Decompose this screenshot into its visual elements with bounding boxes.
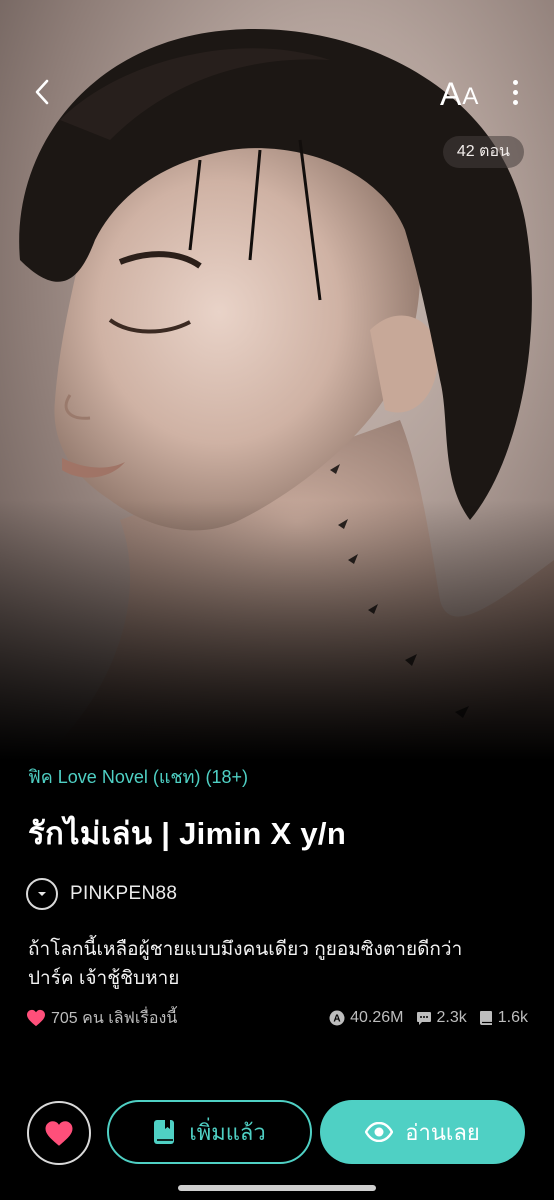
likes-label: 705 คน เลิฟเรื่องนี้ (51, 1009, 178, 1027)
read-now-button[interactable]: อ่านเลย (320, 1100, 525, 1164)
more-vertical-icon (512, 79, 518, 85)
book-icon (479, 1011, 492, 1025)
favorite-button[interactable] (27, 1101, 91, 1165)
reads-stat: A 40.26M (329, 1009, 404, 1027)
reads-icon: A (329, 1010, 345, 1026)
home-indicator[interactable] (178, 1185, 376, 1191)
chevron-down-icon (26, 878, 58, 910)
library-stat: 1.6k (479, 1009, 528, 1027)
add-to-library-label: เพิ่มแล้ว (189, 1119, 266, 1145)
cover-image (0, 0, 554, 760)
synopsis: ถ้าโลกนี้เหลือผู้ชายแบบมึงคนเดียว กูยอมซ… (28, 935, 528, 993)
chevron-left-icon (35, 79, 49, 105)
comments-stat: 2.3k (416, 1009, 467, 1027)
more-options-button[interactable] (500, 74, 530, 110)
heart-icon (45, 1120, 73, 1146)
story-title: รักไม่เล่น | Jimin X y/n (28, 816, 347, 851)
font-size-button[interactable]: A A (440, 72, 478, 112)
library-count: 1.6k (497, 1009, 528, 1026)
eye-icon (365, 1122, 394, 1142)
comments-count: 2.3k (436, 1009, 467, 1026)
font-size-small-label: A (462, 83, 479, 110)
read-now-label: อ่านเลย (405, 1119, 480, 1145)
cover-fade (0, 500, 554, 760)
back-button[interactable] (22, 72, 62, 112)
reads-count: 40.26M (350, 1009, 404, 1026)
counts-group: A 40.26M 2.3k 1.6k (329, 1009, 528, 1027)
stats-row: 705 คน เลิฟเรื่องนี้ A 40.26M 2.3k 1.6k (26, 1005, 528, 1031)
likes-stat: 705 คน เลิฟเรื่องนี้ (26, 1006, 177, 1031)
synopsis-line: ปาร์ค เจ้าชู้ชิบหาย (28, 968, 180, 989)
synopsis-line: ถ้าโลกนี้เหลือผู้ชายแบบมึงคนเดียว กูยอมซ… (28, 939, 463, 960)
bookmark-book-icon (154, 1120, 175, 1144)
genre-label[interactable]: ฟิค Love Novel (แชท) (18+) (28, 762, 248, 791)
heart-icon (27, 1009, 45, 1027)
add-to-library-button[interactable]: เพิ่มแล้ว (107, 1100, 312, 1164)
svg-text:A: A (334, 1014, 341, 1025)
font-size-large-label: A (440, 76, 462, 112)
author-name: PINKPEN88 (70, 883, 178, 904)
episodes-badge: 42 ตอน (442, 136, 524, 168)
comment-icon (416, 1012, 431, 1025)
author-row[interactable]: PINKPEN88 (26, 878, 177, 910)
